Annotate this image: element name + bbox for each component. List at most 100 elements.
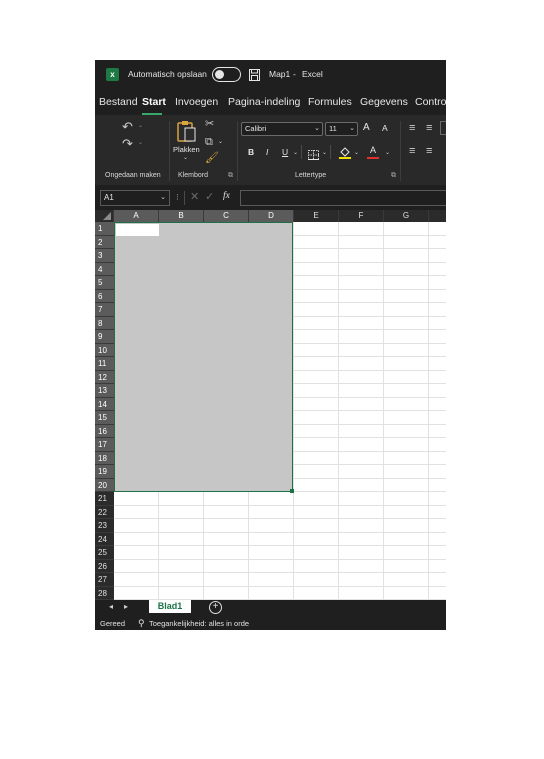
row-header[interactable]: 17 <box>95 438 114 452</box>
row-header[interactable]: 25 <box>95 546 114 560</box>
column-header-e[interactable]: E <box>294 210 339 222</box>
row-header[interactable]: 3 <box>95 249 114 263</box>
grow-font-icon[interactable]: A <box>363 122 370 133</box>
title-separator: - <box>293 69 296 79</box>
tab-formules[interactable]: Formules <box>308 96 352 108</box>
tab-start[interactable]: Start <box>142 96 166 108</box>
column-header-b[interactable]: B <box>159 210 204 222</box>
row-header[interactable]: 1 <box>95 222 114 236</box>
tab-bestand[interactable]: Bestand <box>99 96 138 108</box>
insert-function-button[interactable]: fx <box>223 191 230 201</box>
add-sheet-icon[interactable]: + <box>209 601 222 614</box>
formula-input[interactable] <box>240 190 446 206</box>
autosave-toggle[interactable] <box>212 67 241 82</box>
underline-button[interactable]: U <box>282 147 288 157</box>
dialog-launcher-icon[interactable]: ⧉ <box>391 172 396 179</box>
tab-invoegen[interactable]: Invoegen <box>175 96 218 108</box>
orientation-button[interactable] <box>440 121 446 135</box>
row-header[interactable]: 22 <box>95 506 114 519</box>
tab-pagina-indeling[interactable]: Pagina-indeling <box>228 96 300 108</box>
column-header-d[interactable]: D <box>249 210 294 222</box>
row-header[interactable]: 12 <box>95 370 114 384</box>
row-header[interactable]: 8 <box>95 316 114 330</box>
accessibility-icon[interactable]: ⚲ <box>138 618 145 629</box>
paste-label[interactable]: Plakken <box>173 145 200 154</box>
row-header[interactable]: 5 <box>95 276 114 290</box>
ribbon-divider <box>400 121 401 181</box>
sheet-tab-blad1[interactable]: Blad1 <box>149 600 191 613</box>
column-header-f[interactable]: F <box>339 210 384 222</box>
row-header[interactable]: 7 <box>95 303 114 317</box>
column-header-g[interactable]: G <box>384 210 429 222</box>
borders-icon[interactable] <box>308 147 319 160</box>
dialog-launcher-icon[interactable]: ⧉ <box>228 172 233 179</box>
align-center-icon[interactable]: ≡ <box>426 146 432 157</box>
paste-icon[interactable] <box>177 120 197 142</box>
row-header[interactable]: 13 <box>95 384 114 398</box>
select-all-corner[interactable] <box>95 210 114 222</box>
row-header[interactable]: 24 <box>95 533 114 546</box>
row-header[interactable]: 28 <box>95 587 114 600</box>
column-header-a[interactable]: A <box>114 210 159 222</box>
fill-color-icon[interactable] <box>339 146 351 159</box>
chevron-down-icon[interactable]: ⌄ <box>138 140 143 146</box>
shrink-font-icon[interactable]: A <box>382 123 388 133</box>
align-top-icon[interactable]: ≡ <box>409 123 415 134</box>
scissors-icon[interactable]: ✂ <box>205 119 214 130</box>
status-accessibility[interactable]: Toegankelijkheid: alles in orde <box>149 619 249 628</box>
row-header[interactable]: 27 <box>95 573 114 587</box>
check-icon[interactable]: ✓ <box>205 190 214 203</box>
font-name-combobox[interactable]: Calibri ⌄ <box>241 122 323 136</box>
chevron-down-icon[interactable]: ⌄ <box>322 150 327 156</box>
font-size-combobox[interactable]: 11 ⌄ <box>325 122 358 136</box>
group-label-clipboard: Klembord <box>178 172 208 179</box>
font-name-value: Calibri <box>245 124 267 133</box>
more-options-icon[interactable]: ⁝ <box>176 192 179 203</box>
row-header[interactable]: 26 <box>95 560 114 573</box>
row-header[interactable]: 4 <box>95 262 114 276</box>
row-header[interactable]: 10 <box>95 343 114 357</box>
row-header[interactable]: 15 <box>95 411 114 425</box>
format-painter-icon[interactable]: 🖌 <box>205 153 219 164</box>
column-header-h[interactable] <box>429 210 446 222</box>
row-header[interactable]: 18 <box>95 451 114 465</box>
column-header-c[interactable]: C <box>204 210 249 222</box>
chevron-down-icon[interactable]: ⌄ <box>293 150 298 156</box>
row-header[interactable]: 6 <box>95 289 114 303</box>
row-header[interactable]: 20 <box>95 478 114 492</box>
redo-icon[interactable]: ↷ <box>122 137 133 150</box>
selected-range[interactable] <box>114 222 293 492</box>
chevron-down-icon[interactable]: ⌄ <box>354 150 359 156</box>
row-header[interactable]: 11 <box>95 357 114 371</box>
align-middle-icon[interactable]: ≡ <box>426 123 432 134</box>
row-header[interactable]: 9 <box>95 330 114 344</box>
name-box[interactable]: A1 ⌄ <box>100 190 170 206</box>
scroll-left-icon[interactable]: ◂ <box>109 602 113 611</box>
chevron-down-icon[interactable]: ⌄ <box>160 191 166 205</box>
worksheet-grid[interactable]: A B C D E F G 1 2 3 4 5 6 7 8 9 10 11 12 13 14 15 16 17 1… <box>95 210 446 600</box>
undo-icon[interactable]: ↶ <box>122 120 133 133</box>
active-cell[interactable] <box>116 224 159 236</box>
tab-gegevens[interactable]: Gegevens <box>360 96 408 108</box>
chevron-down-icon[interactable]: ⌄ <box>218 139 223 145</box>
scroll-right-icon[interactable]: ▸ <box>124 602 128 611</box>
align-left-icon[interactable]: ≡ <box>409 146 415 157</box>
chevron-down-icon[interactable]: ⌄ <box>385 150 390 156</box>
copy-icon[interactable]: ⧉ <box>205 137 213 148</box>
row-header[interactable]: 23 <box>95 519 114 533</box>
tab-controle[interactable]: Controle <box>415 96 446 108</box>
italic-button[interactable]: I <box>266 147 268 157</box>
chevron-down-icon[interactable]: ⌄ <box>183 155 188 161</box>
row-header[interactable]: 14 <box>95 397 114 411</box>
fill-handle[interactable] <box>290 489 294 493</box>
save-icon[interactable] <box>249 68 260 81</box>
bold-button[interactable]: B <box>248 147 254 157</box>
chevron-down-icon[interactable]: ⌄ <box>138 123 143 129</box>
row-header[interactable]: 2 <box>95 235 114 249</box>
close-icon[interactable]: ✕ <box>190 190 199 203</box>
row-header[interactable]: 16 <box>95 424 114 438</box>
font-color-button[interactable]: A <box>370 145 376 155</box>
row-header[interactable]: 19 <box>95 465 114 479</box>
row-header[interactable]: 21 <box>95 492 114 506</box>
cell-area[interactable] <box>114 222 446 600</box>
